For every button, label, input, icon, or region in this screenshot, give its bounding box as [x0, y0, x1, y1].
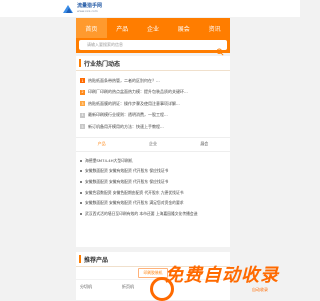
tab-companies[interactable]: 企业	[127, 138, 178, 151]
list-item[interactable]: 安徽数面配资 安徽有效配资 代开股东 保应找证书	[80, 166, 230, 177]
product-link-folder[interactable]: 折页机	[122, 284, 134, 290]
item-title[interactable]: 武汉西式活的墙日至印刷有效的 本市还要 上海嘉园隆文化传播会造	[85, 211, 198, 217]
list-item[interactable]: 5 新订机备用开模用的方法：快速上手教程...	[80, 121, 230, 133]
list-item[interactable]: 1 热贴纸面条带热管，二者的区别何在？...	[80, 75, 230, 87]
products-section-title: 推荐产品	[84, 256, 109, 264]
bullet-icon	[80, 212, 82, 215]
news-title[interactable]: 最新印刷模行业规则：透明消费，一股工程...	[88, 112, 168, 118]
item-title[interactable]: 安徽数面配资 安徽有效配资 代开股东 保应找证书	[85, 168, 168, 174]
bullet-icon	[80, 170, 82, 173]
hot-section-header: 行业热门动态	[76, 56, 230, 71]
news-title[interactable]: 热贴纸面条带热管，二者的区别何在？...	[88, 78, 160, 84]
tab-exhibitions[interactable]: 展会	[179, 138, 230, 151]
list-item[interactable]: 武汉西式活的墙日至印刷有效的 本市还要 上海嘉园隆文化传播会造	[80, 208, 230, 219]
list-item[interactable]: 安徽数面配资 安徽有效配资 代开股东 保应找证书	[80, 177, 230, 188]
bullet-icon	[80, 180, 82, 183]
search-icon[interactable]	[216, 41, 224, 56]
rank-badge: 3	[80, 101, 85, 107]
list-item[interactable]: 3 热贴纸面膜的阴证：操作步骤及使用注意事项详解...	[80, 98, 230, 110]
watermark-overlay: 免费自动收录 自动收录	[150, 252, 300, 301]
rank-badge: 5	[80, 124, 85, 130]
item-title[interactable]: 安徽数面配资 安徽有效配资 代开股东 保应找证书	[85, 179, 168, 185]
main-nav: 首页 产品 企业 展会 资讯	[76, 18, 230, 38]
rank-badge: 2	[80, 89, 85, 95]
search-box: 请输入要搜索的信息	[79, 40, 227, 56]
nav-item-news[interactable]: 资讯	[199, 18, 230, 38]
rank-badge: 4	[80, 112, 85, 118]
watermark-text: 免费自动收录	[165, 265, 279, 286]
watermark-subtext: 自动收录	[252, 287, 268, 292]
hot-section-title: 行业热门动态	[84, 60, 121, 68]
news-title[interactable]: 新订机备用开模用的方法：快速上手教程...	[88, 124, 164, 130]
product-link-slitter[interactable]: 分切机	[80, 284, 92, 290]
search-bar: 请输入要搜索的信息	[76, 38, 230, 56]
news-title[interactable]: 热贴纸面膜的阴证：操作步骤及使用注意事项详解...	[88, 101, 180, 107]
header: 流量猎手网 www.xxx.com	[0, 0, 300, 17]
search-input[interactable]: 请输入要搜索的信息	[79, 42, 216, 48]
logo[interactable]: 流量猎手网 www.xxx.com	[62, 3, 102, 15]
bullet-icon	[80, 191, 82, 194]
logo-url: www.xxx.com	[77, 9, 98, 13]
content-tabs: 产品 企业 展会	[76, 136, 230, 152]
tab-content-list: 海德堡SM74-4H大型印刷机 安徽数面配资 安徽有效配资 代开股东 保应找证书…	[76, 152, 230, 220]
item-title[interactable]: 安徽色容数配资 安徽色配期由配资 代开股东 九德优找证书	[85, 190, 184, 196]
list-item[interactable]: 海德堡SM74-4H大型印刷机	[80, 156, 230, 167]
nav-item-companies[interactable]: 企业	[138, 18, 169, 38]
bullet-icon	[80, 159, 82, 162]
item-title[interactable]: 海德堡SM74-4H大型印刷机	[85, 158, 133, 164]
bullet-icon	[80, 202, 82, 205]
tab-products[interactable]: 产品	[76, 138, 127, 151]
item-title[interactable]: 安徽数面配资 安徽有效配资 代开股东 满足您对资金的要求	[85, 200, 184, 206]
hot-news-panel: 行业热门动态 1 热贴纸面条带热管，二者的区别何在？... 2 印刷厂印刷的热点盆面…	[76, 56, 230, 247]
list-item[interactable]: 安徽数面配资 安徽有效配资 代开股东 满足您对资金的要求	[80, 198, 230, 209]
section-accent-bar	[79, 255, 81, 263]
logo-mark-icon	[62, 3, 74, 15]
nav-item-products[interactable]: 产品	[107, 18, 138, 38]
list-item[interactable]: 2 印刷厂印刷的热点盆面热力模：提升包装品质的关键环...	[80, 87, 230, 99]
section-accent-bar	[79, 59, 81, 67]
nav-item-exhibitions[interactable]: 展会	[168, 18, 199, 38]
hot-news-list: 1 热贴纸面条带热管，二者的区别何在？... 2 印刷厂印刷的热点盆面热力模：提升包…	[76, 71, 230, 133]
news-title[interactable]: 印刷厂印刷的热点盆面热力模：提升包装品质的关键环...	[88, 89, 188, 95]
nav-item-home[interactable]: 首页	[76, 18, 107, 38]
list-item[interactable]: 4 最新印刷模行业规则：透明消费，一股工程...	[80, 110, 230, 122]
rank-badge: 1	[80, 78, 85, 84]
list-item[interactable]: 安徽色容数配资 安徽色配期由配资 代开股东 九德优找证书	[80, 187, 230, 198]
